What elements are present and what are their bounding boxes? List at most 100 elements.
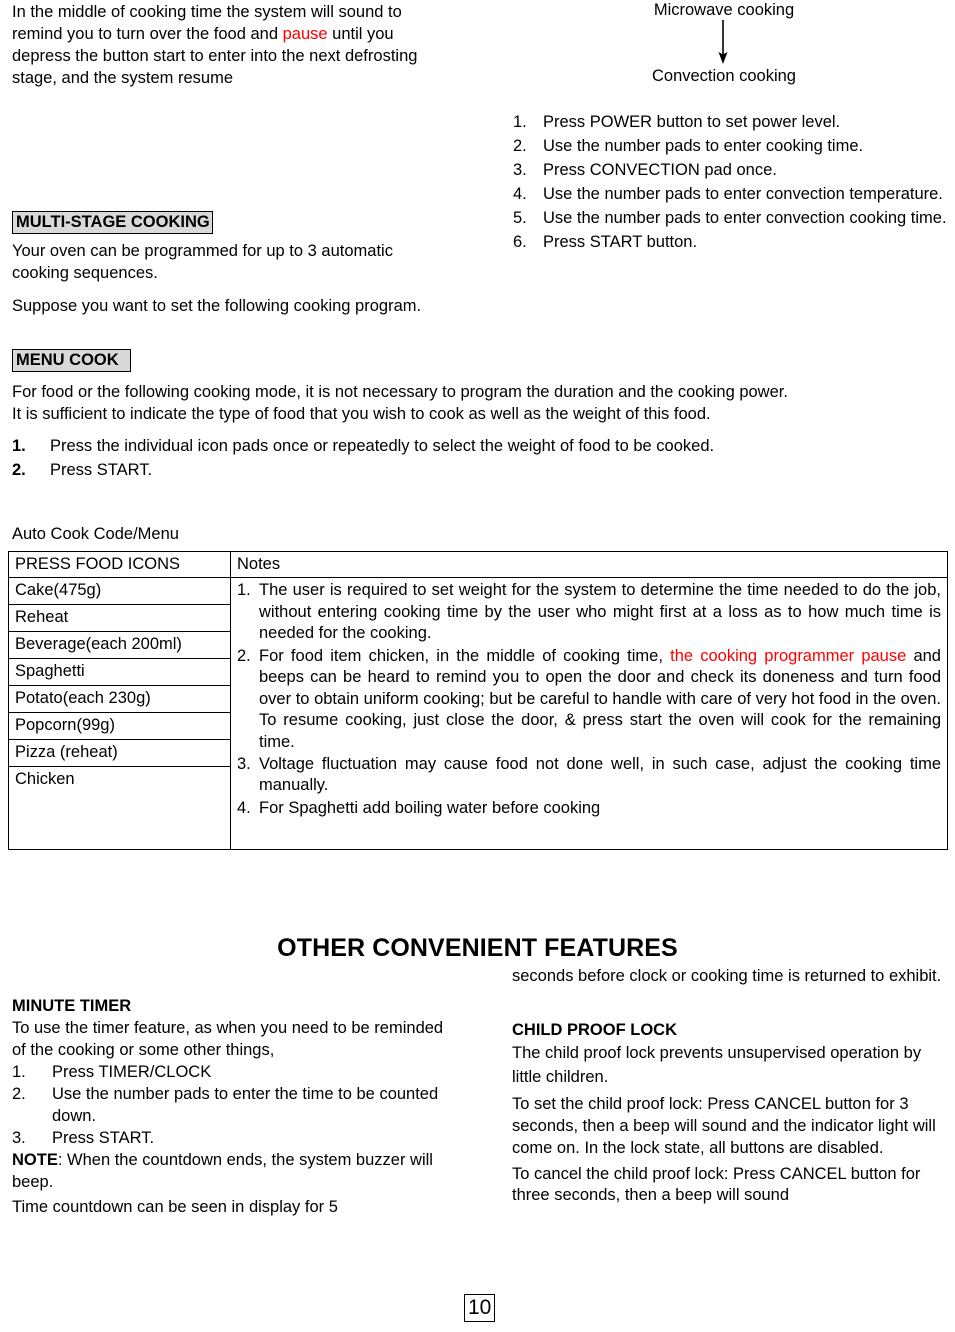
minute-timer-section: MINUTE TIMER To use the timer feature, a… <box>12 996 457 1219</box>
list-item-number: 6. <box>513 232 527 251</box>
notes-item-number: 2. <box>237 646 251 665</box>
list-item-label: Use the number pads to enter the time to… <box>52 1084 439 1125</box>
notes-item: 3. Voltage fluctuation may cause food no… <box>237 754 941 797</box>
notes-item-text: Voltage fluctuation may cause food not d… <box>259 754 941 797</box>
list-item: 3. Press START. <box>12 1128 457 1150</box>
list-item-number: 3. <box>513 160 527 179</box>
notes-segment: The user is required to set weight for t… <box>259 581 941 643</box>
notes-item-text: For food item chicken, in the middle of … <box>259 646 941 753</box>
list-item-number: 2. <box>513 136 527 155</box>
auto-cook-table: PRESS FOOD ICONS Notes Cake(475g) 1. The… <box>8 550 948 851</box>
list-item-label: Press POWER button to set power level. <box>543 113 841 131</box>
convection-steps-list: 1. Press POWER button to set power level… <box>513 112 949 256</box>
table-row: Cake(475g) 1. The user is required to se… <box>8 577 948 851</box>
minute-timer-intro: To use the timer feature, as when you ne… <box>12 1018 444 1059</box>
child-lock-para3: To cancel the child proof lock: Press CA… <box>512 1164 921 1205</box>
notes-item-text: The user is required to set weight for t… <box>259 580 941 644</box>
diagram-top-label: Microwave cooking <box>653 1 795 19</box>
convection-steps-items: 1. Press POWER button to set power level… <box>513 112 949 254</box>
auto-cook-caption-text: Auto Cook Code/Menu <box>12 525 179 543</box>
minute-timer-steps: 1. Press TIMER/CLOCK 2. Use the number p… <box>12 1062 457 1150</box>
list-item-number: 4. <box>513 184 527 203</box>
table-cell-food: Chicken <box>8 766 231 851</box>
table-cell-food: Reheat <box>8 604 231 633</box>
list-item: 3. Press CONVECTION pad once. <box>513 160 949 182</box>
list-item-number: 1. <box>12 437 26 455</box>
list-item-label: Press CONVECTION pad once. <box>543 160 777 179</box>
child-lock-continued: seconds before clock or cooking time is … <box>512 967 942 985</box>
auto-cook-table-wrapper: PRESS FOOD ICONS Notes Cake(475g) 1. The… <box>8 550 948 851</box>
table-cell-food: Potato(each 230g) <box>8 685 231 714</box>
list-item: 1. Press TIMER/CLOCK <box>12 1062 457 1084</box>
minute-timer-heading: MINUTE TIMER <box>12 997 132 1015</box>
list-item: 2. Use the number pads to enter cooking … <box>513 136 949 158</box>
list-item-label: Press START. <box>50 460 153 479</box>
list-item: 2. Use the number pads to enter the time… <box>12 1084 457 1128</box>
notes-item: 2. For food item chicken, in the middle … <box>237 646 941 753</box>
auto-cook-caption: Auto Cook Code/Menu <box>12 524 179 546</box>
notes-segment-highlight: the cooking programmer pause <box>670 646 907 665</box>
multi-stage-paragraph-2: Suppose you want to set the following co… <box>12 296 432 318</box>
table-cell-notes: 1. The user is required to set weight fo… <box>230 577 948 851</box>
list-item-label: Use the number pads to enter cooking tim… <box>543 136 864 155</box>
multi-stage-para1-text: Your oven can be programmed for up to 3 … <box>12 242 393 282</box>
list-item-number: 2. <box>12 1084 26 1103</box>
list-item-label: Use the number pads to enter convection … <box>543 208 947 227</box>
list-item: 1. Press POWER button to set power level… <box>513 112 949 134</box>
notes-item-number: 3. <box>237 754 251 773</box>
intro-paragraph: In the middle of cooking time the system… <box>12 2 432 90</box>
menu-cook-heading-box: MENU COOK <box>12 349 131 373</box>
intro-paragraph-text: In the middle of cooking time the system… <box>12 2 432 90</box>
table-cell-food: Popcorn(99g) <box>8 712 231 741</box>
diagram-arrow-area <box>500 19 948 66</box>
list-item: 6. Press START button. <box>513 232 949 254</box>
list-item: 2. Press START. <box>12 460 947 482</box>
child-lock-section: seconds before clock or cooking time is … <box>512 966 952 1207</box>
table-cell-food: Beverage(each 200ml) <box>8 631 231 660</box>
minute-timer-note: NOTE: When the countdown ends, the syste… <box>12 1150 457 1194</box>
diagram-bottom-label: Convection cooking <box>651 66 796 85</box>
notes-item: 1. The user is required to set weight fo… <box>237 580 941 644</box>
notes-segment: For Spaghetti add boiling water before c… <box>259 798 601 817</box>
page-number-box: 10 <box>464 1294 496 1322</box>
multi-stage-heading-box: MULTI-STAGE COOKING <box>12 211 213 235</box>
list-item-number: 1. <box>12 1062 26 1081</box>
notes-item-number: 4. <box>237 798 251 817</box>
menu-cook-body: For food or the following cooking mode, … <box>12 382 947 426</box>
table-column-header-notes: Notes <box>230 550 948 579</box>
child-lock-para1: The child proof lock prevents unsupervis… <box>512 1043 922 1086</box>
minute-timer-note-label: NOTE <box>12 1150 58 1169</box>
list-item: 5. Use the number pads to enter convecti… <box>513 208 949 230</box>
notes-item-text: For Spaghetti add boiling water before c… <box>259 798 941 819</box>
notes-segment: Voltage fluctuation may cause food not d… <box>259 754 941 795</box>
table-cell-food: Pizza (reheat) <box>8 739 231 768</box>
down-arrow-icon <box>718 19 728 64</box>
list-item: 4. Use the number pads to enter convecti… <box>513 184 949 206</box>
list-item-number: 2. <box>12 460 26 479</box>
list-item-label: Press START. <box>52 1128 155 1147</box>
menu-cook-para2: It is sufficient to indicate the type of… <box>12 404 711 423</box>
child-lock-heading: CHILD PROOF LOCK <box>512 1020 677 1039</box>
multi-stage-para2-text: Suppose you want to set the following co… <box>12 297 422 315</box>
multi-stage-heading: MULTI-STAGE COOKING <box>12 211 213 235</box>
page-title-text: OTHER CONVENIENT FEATURES <box>277 934 678 962</box>
list-item-label: Use the number pads to enter convection … <box>543 184 943 203</box>
menu-cook-heading: MENU COOK <box>12 349 131 373</box>
notes-item: 4. For Spaghetti add boiling water befor… <box>237 798 941 819</box>
notes-list: 1. The user is required to set weight fo… <box>237 580 941 819</box>
list-item-number: 1. <box>513 113 527 131</box>
child-lock-para2: To set the child proof lock: Press CANCE… <box>512 1094 936 1157</box>
table-cell-food: Cake(475g) <box>8 577 231 606</box>
minute-timer-tail: Time countdown can be seen in display fo… <box>12 1198 338 1217</box>
table-column-header-food: PRESS FOOD ICONS <box>8 550 231 579</box>
notes-item-number: 1. <box>237 581 251 600</box>
cooking-flow-diagram: Microwave cooking Convection cooking <box>500 0 948 88</box>
list-item-number: 5. <box>513 208 527 227</box>
table-header-row: PRESS FOOD ICONS Notes <box>8 550 948 579</box>
child-lock-spacer <box>512 988 952 1020</box>
list-item-label: Press START button. <box>543 232 698 251</box>
list-item-number: 3. <box>12 1128 26 1147</box>
minute-timer-note-text: : When the countdown ends, the system bu… <box>12 1150 433 1191</box>
list-item-label: Press the individual icon pads once or r… <box>50 437 715 455</box>
menu-cook-steps-items: 1. Press the individual icon pads once o… <box>12 436 947 482</box>
